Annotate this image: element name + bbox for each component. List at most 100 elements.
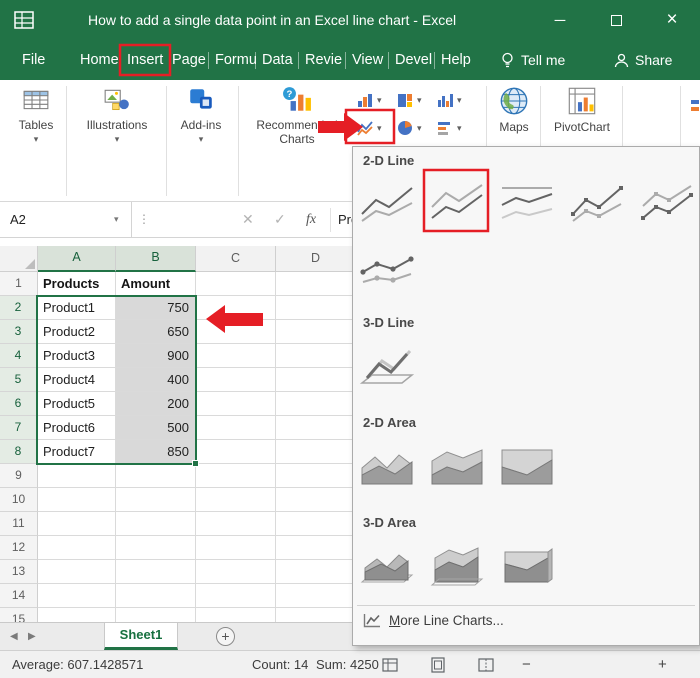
- line-with-markers-option[interactable]: [569, 175, 625, 231]
- 100-stacked-line-with-markers-option[interactable]: [359, 237, 415, 293]
- cell-d6[interactable]: [276, 392, 356, 416]
- cell-d4[interactable]: [276, 344, 356, 368]
- tab-home[interactable]: Home: [80, 40, 119, 80]
- cell-d1[interactable]: [276, 272, 356, 296]
- tab-insert[interactable]: Insert: [127, 40, 163, 80]
- 100-stacked-line-option[interactable]: [499, 175, 555, 231]
- cell-c8[interactable]: [196, 440, 276, 464]
- row-header-3[interactable]: 3: [0, 320, 38, 344]
- selection-fill-handle[interactable]: [192, 460, 199, 467]
- cell-c7[interactable]: [196, 416, 276, 440]
- close-button[interactable]: ×: [644, 0, 700, 40]
- cell-a3[interactable]: Product2: [38, 320, 116, 344]
- enter-check-icon[interactable]: ✓: [274, 202, 286, 237]
- cell-b8[interactable]: 850: [116, 440, 196, 464]
- name-box[interactable]: A2: [0, 202, 132, 237]
- row-header-5[interactable]: 5: [0, 368, 38, 392]
- insert-line-chart-button[interactable]: ▾: [356, 116, 382, 140]
- zoom-out-button[interactable]: −: [522, 651, 531, 678]
- maximize-button[interactable]: [588, 0, 644, 40]
- sheet-nav-left-icon[interactable]: ◀: [10, 623, 18, 650]
- line-option[interactable]: [359, 175, 415, 231]
- cell-c5[interactable]: [196, 368, 276, 392]
- cell-d3[interactable]: [276, 320, 356, 344]
- row-header-15[interactable]: 15: [0, 608, 38, 622]
- cell-c1[interactable]: [196, 272, 276, 296]
- add-ins-button[interactable]: Add-ins ▾: [172, 86, 230, 144]
- row-header-4[interactable]: 4: [0, 344, 38, 368]
- cell-d2[interactable]: [276, 296, 356, 320]
- cell-a5[interactable]: Product4: [38, 368, 116, 392]
- stacked-3d-area-option[interactable]: [429, 537, 485, 593]
- cell-b6[interactable]: 200: [116, 392, 196, 416]
- row-header-12[interactable]: 12: [0, 536, 38, 560]
- row-header-14[interactable]: 14: [0, 584, 38, 608]
- formula-bar-splitter[interactable]: ⋮: [138, 202, 150, 237]
- sheet-tab-sheet1[interactable]: Sheet1: [104, 623, 178, 650]
- tab-help[interactable]: Help: [441, 40, 471, 80]
- insert-function-icon[interactable]: fx: [306, 202, 316, 237]
- insert-pie-chart-button[interactable]: ▾: [396, 116, 422, 140]
- cell-b2[interactable]: 750: [116, 296, 196, 320]
- sheet-nav-right-icon[interactable]: ▶: [28, 623, 36, 650]
- column-header-a[interactable]: A: [38, 246, 116, 272]
- tab-file[interactable]: File: [22, 40, 45, 80]
- page-layout-view-icon[interactable]: [430, 657, 446, 673]
- cell-d7[interactable]: [276, 416, 356, 440]
- cell-c2[interactable]: [196, 296, 276, 320]
- row-header-2[interactable]: 2: [0, 296, 38, 320]
- insert-column-chart-button[interactable]: ▾: [356, 88, 382, 112]
- row-header-6[interactable]: 6: [0, 392, 38, 416]
- page-break-view-icon[interactable]: [478, 657, 494, 673]
- cell-a4[interactable]: Product3: [38, 344, 116, 368]
- tab-view[interactable]: View: [352, 40, 383, 80]
- cell-b5[interactable]: 400: [116, 368, 196, 392]
- cell-c4[interactable]: [196, 344, 276, 368]
- row-header-10[interactable]: 10: [0, 488, 38, 512]
- row-header-7[interactable]: 7: [0, 416, 38, 440]
- tab-developer[interactable]: Devel: [395, 40, 432, 80]
- row-header-1[interactable]: 1: [0, 272, 38, 296]
- cell-a7[interactable]: Product6: [38, 416, 116, 440]
- new-sheet-button[interactable]: +: [216, 627, 235, 646]
- cell-d5[interactable]: [276, 368, 356, 392]
- cell-a1[interactable]: Products: [38, 272, 116, 296]
- cell-a2[interactable]: Product1: [38, 296, 116, 320]
- cell-a8[interactable]: Product7: [38, 440, 116, 464]
- stacked-area-option[interactable]: [429, 437, 485, 493]
- row-header-13[interactable]: 13: [0, 560, 38, 584]
- stacked-line-with-markers-option[interactable]: [639, 175, 695, 231]
- cell-b3[interactable]: 650: [116, 320, 196, 344]
- cancel-icon[interactable]: ✕: [242, 202, 254, 237]
- tab-formulas[interactable]: Formu: [215, 40, 257, 80]
- cell-c3[interactable]: [196, 320, 276, 344]
- select-all-corner[interactable]: [0, 246, 38, 272]
- zoom-in-button[interactable]: +: [658, 651, 667, 678]
- row-header-9[interactable]: 9: [0, 464, 38, 488]
- pivotchart-button[interactable]: PivotChart: [546, 86, 618, 134]
- tab-data[interactable]: Data: [262, 40, 293, 80]
- stacked-line-option[interactable]: [429, 175, 485, 231]
- row-header-11[interactable]: 11: [0, 512, 38, 536]
- cell-b7[interactable]: 500: [116, 416, 196, 440]
- 100-stacked-3d-area-option[interactable]: [499, 537, 555, 593]
- row-header-8[interactable]: 8: [0, 440, 38, 464]
- 100-stacked-area-option[interactable]: [499, 437, 555, 493]
- tab-review[interactable]: Revie: [305, 40, 342, 80]
- insert-hierarchy-chart-button[interactable]: ▾: [396, 88, 422, 112]
- tell-me-box[interactable]: Tell me: [500, 40, 565, 80]
- recommended-charts-button[interactable]: ? Recommended Charts: [246, 86, 348, 146]
- normal-view-icon[interactable]: [382, 657, 398, 673]
- cell-a6[interactable]: Product5: [38, 392, 116, 416]
- 3d-area-option[interactable]: [359, 537, 415, 593]
- share-button[interactable]: Share: [614, 40, 672, 80]
- tables-button[interactable]: Tables ▾: [8, 86, 64, 144]
- cell-c6[interactable]: [196, 392, 276, 416]
- name-box-caret-icon[interactable]: ▾: [114, 202, 119, 237]
- column-header-b[interactable]: B: [116, 246, 196, 272]
- area-option[interactable]: [359, 437, 415, 493]
- illustrations-button[interactable]: Illustrations ▾: [70, 86, 164, 144]
- insert-bar-chart-button[interactable]: ▾: [436, 116, 462, 140]
- tab-page-layout[interactable]: Page: [172, 40, 206, 80]
- 3d-line-option[interactable]: [359, 337, 415, 393]
